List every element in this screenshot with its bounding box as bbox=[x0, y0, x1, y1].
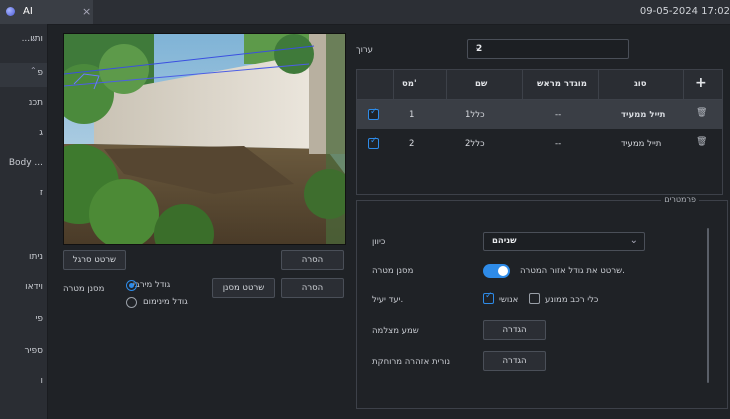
filter-label: מסנן מטרה bbox=[372, 266, 414, 276]
sidebar-item-2[interactable]: תכנ bbox=[29, 98, 43, 108]
human-label: אנושי bbox=[499, 295, 519, 305]
sidebar-item-7[interactable]: וידאו bbox=[25, 282, 43, 292]
table-row[interactable]: 2 כלל2 -- תייל ממעיד 🗑 bbox=[357, 130, 722, 159]
row-preset: -- bbox=[555, 110, 562, 120]
sidebar-item-5[interactable]: ז bbox=[40, 188, 43, 198]
max-size-label: גודל מירבי bbox=[133, 280, 171, 290]
direction-select[interactable]: ⌄ שניהם bbox=[483, 232, 645, 251]
row-type: תייל ממעיד bbox=[621, 139, 662, 149]
remove-button-2[interactable]: הסרה bbox=[281, 278, 344, 298]
sidebar-item-1[interactable]: פ bbox=[37, 68, 43, 78]
row-name: כלל2 bbox=[465, 139, 485, 149]
camera-scene bbox=[64, 34, 345, 244]
col-name: שם bbox=[475, 79, 488, 89]
row-num: 1 bbox=[409, 110, 415, 120]
add-rule-button[interactable]: + bbox=[695, 75, 707, 91]
sidebar-item-4[interactable]: Body ... bbox=[9, 158, 43, 168]
sidebar-item-10[interactable]: ו bbox=[41, 376, 43, 386]
filter-target-label: מסנן מטרה bbox=[63, 284, 105, 294]
rules-table: מס' שם מוגדר מראש סוג + 1 כלל1 -- תייל מ… bbox=[356, 69, 723, 195]
row-num: 2 bbox=[409, 139, 415, 149]
parameters-scrollbar[interactable] bbox=[707, 228, 709, 383]
sidebar-item-9[interactable]: ספיר bbox=[24, 346, 43, 356]
tab-title: AI bbox=[23, 6, 33, 17]
sidebar: ...ותיו ⌄ פ ⌃ תכנ ג Body ... ז ניתו וידא… bbox=[0, 24, 48, 419]
vehicle-label: כלי רכב ממונע bbox=[545, 295, 599, 305]
filter-toggle[interactable] bbox=[483, 264, 510, 278]
trash-icon[interactable]: 🗑 bbox=[696, 137, 707, 147]
table-row[interactable]: 1 כלל1 -- תייל ממעיד 🗑 bbox=[357, 100, 722, 129]
sidebar-item-6[interactable]: ניתו bbox=[29, 252, 43, 262]
edit-select[interactable]: ⌄ 2 bbox=[467, 39, 629, 59]
trash-icon[interactable]: 🗑 bbox=[696, 108, 707, 118]
chevron-up-icon[interactable]: ⌃ bbox=[30, 66, 37, 75]
draw-filter-button[interactable]: שרטט מסנן bbox=[212, 278, 275, 298]
sidebar-item-3[interactable]: ג bbox=[39, 128, 43, 138]
row-name: כלל1 bbox=[465, 110, 485, 120]
target-label: יעד יעיל. bbox=[372, 295, 404, 305]
camera-audio-settings-button[interactable]: הגדרה bbox=[483, 320, 546, 340]
camera-audio-label: שמע מצלמה bbox=[372, 326, 419, 336]
col-type: סוג bbox=[634, 79, 647, 89]
col-num: מס' bbox=[402, 79, 417, 89]
warning-light-label: נורית אזהרה מרוחקת bbox=[372, 357, 450, 367]
col-preset: מוגדר מראש bbox=[537, 79, 587, 89]
min-size-radio[interactable] bbox=[126, 297, 137, 308]
row-preset: -- bbox=[555, 139, 562, 149]
min-size-label: גודל מינימום bbox=[143, 297, 188, 307]
tab-ai[interactable]: AI × bbox=[0, 0, 93, 24]
chevron-down-icon: ⌄ bbox=[629, 235, 638, 246]
parameters-title: פרמטרים bbox=[661, 195, 699, 204]
table-header: מס' שם מוגדר מראש סוג + bbox=[357, 70, 722, 100]
chevron-down-icon[interactable]: ⌄ bbox=[30, 34, 37, 43]
direction-label: כיוון bbox=[372, 237, 386, 247]
vehicle-checkbox[interactable] bbox=[529, 293, 540, 304]
draw-ruler-button[interactable]: שרטט סרגל bbox=[63, 250, 126, 270]
close-icon[interactable]: × bbox=[82, 5, 91, 18]
max-size-radio[interactable] bbox=[126, 280, 137, 291]
row-type: תייל ממעיד bbox=[621, 110, 666, 120]
video-preview[interactable] bbox=[63, 33, 346, 245]
edit-label: ערוך bbox=[356, 45, 373, 55]
warning-light-settings-button[interactable]: הגדרה bbox=[483, 351, 546, 371]
row-checkbox[interactable] bbox=[368, 136, 379, 149]
app-logo-icon bbox=[6, 7, 15, 16]
human-checkbox[interactable] bbox=[483, 291, 494, 304]
datetime-display: 09-05-2024 17:02 bbox=[639, 6, 730, 17]
title-bar: AI × 09-05-2024 17:02 bbox=[0, 0, 730, 25]
sidebar-item-8[interactable]: פי bbox=[35, 314, 43, 324]
filter-description: שרטט את גודל אזור המטרה. bbox=[520, 266, 625, 276]
row-checkbox[interactable] bbox=[368, 107, 379, 120]
remove-button-1[interactable]: הסרה bbox=[281, 250, 344, 270]
